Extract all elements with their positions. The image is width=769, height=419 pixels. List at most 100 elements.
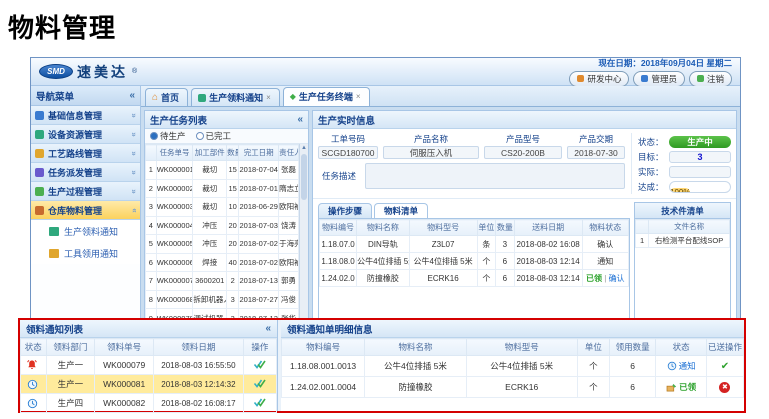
notify-row[interactable]: 生产一 WK000079 2018-08-03 16:55:50 bbox=[21, 356, 277, 375]
task-row[interactable]: 2 WK000002 裁切 15 2018-07-01 隋志立 bbox=[146, 179, 299, 198]
sidebar-item-equipment[interactable]: 设备资源管理» bbox=[31, 125, 140, 144]
cell-task-no: WK000002 bbox=[156, 179, 193, 198]
col-notice-no: 领料单号 bbox=[95, 339, 154, 356]
admin-label: 管理员 bbox=[651, 73, 677, 85]
cell-part: 3600201 bbox=[193, 272, 227, 291]
scroll-up-icon[interactable]: ▲ bbox=[300, 144, 308, 153]
detail-row[interactable]: 1.18.08.001.0013 公牛4位排插 5米 公牛4位排插 5米 个 6… bbox=[282, 356, 744, 377]
order-no-field[interactable]: SCGD180700 bbox=[318, 146, 378, 159]
forward-check-icon[interactable] bbox=[253, 397, 266, 408]
col-mat-name: 物料名称 bbox=[365, 339, 467, 356]
forward-check-icon[interactable] bbox=[253, 378, 266, 389]
task-list-title: 生产任务列表 bbox=[150, 113, 207, 127]
sidebar-subitem-material-notice[interactable]: 生产领料通知 bbox=[31, 220, 140, 242]
radio-label: 已完工 bbox=[206, 131, 232, 141]
admin-button[interactable]: 管理员 bbox=[633, 71, 685, 87]
rd-center-button[interactable]: 研发中心 bbox=[569, 71, 629, 87]
cell-task-no: WK000004 bbox=[156, 216, 193, 235]
product-name-field[interactable]: 伺服压入机 bbox=[383, 146, 479, 159]
tech-doc-row[interactable]: 1右检测平台配线SOP bbox=[636, 234, 730, 248]
task-row[interactable]: 3 WK000003 裁切 10 2018-06-29 欧阳袖珍 bbox=[146, 198, 299, 217]
bom-row[interactable]: 1.18.08.0公牛4位排插 5米公牛4位排插 5米个62018-08-03 … bbox=[320, 253, 629, 270]
notify-detail-title: 领料通知单明细信息 bbox=[287, 322, 373, 336]
tech-docs-table: 文件名称 1右检测平台配线SOP bbox=[635, 219, 730, 248]
tab-steps[interactable]: 操作步骤 bbox=[318, 203, 372, 218]
sidebar-item-label: 仓库物料管理 bbox=[48, 204, 102, 217]
notify-list-title: 领料通知列表 bbox=[26, 322, 83, 336]
radio-pending[interactable]: 待生产 bbox=[150, 130, 186, 142]
tab-home[interactable]: ⌂首页 bbox=[145, 88, 188, 106]
sidebar-item-label: 设备资源管理 bbox=[48, 128, 102, 141]
tab-task-terminal[interactable]: ◆生产任务终端× bbox=[283, 87, 370, 106]
tab-label: 首页 bbox=[161, 91, 179, 104]
due-date-field[interactable]: 2018-07-30 bbox=[567, 146, 625, 159]
status-received-link[interactable]: 已领 bbox=[586, 274, 602, 283]
forward-check-icon[interactable] bbox=[253, 359, 266, 370]
bom-table: 物料编号 物料名称 物料型号 单位 数量 送料日期 物料状态 bbox=[319, 219, 629, 287]
notify-row[interactable]: 生产一 WK000081 2018-08-03 12:14:32 bbox=[21, 375, 277, 394]
status-received-link[interactable]: 已领 bbox=[679, 382, 696, 392]
detail-row[interactable]: 1.24.02.001.0004 防撞橡胶 ECRK16 个 6 已领 ✖ bbox=[282, 377, 744, 398]
close-icon[interactable]: × bbox=[266, 93, 271, 102]
product-model-field[interactable]: CS20-200B bbox=[484, 146, 562, 159]
task-row[interactable]: 8 WK000068 拆卸机器人 3 2018-07-27 冯俊 bbox=[146, 290, 299, 309]
sidebar-collapse-icon[interactable]: « bbox=[129, 90, 135, 101]
cell-part: 焊接 bbox=[193, 253, 227, 272]
sidebar-item-production[interactable]: 生产过程管理» bbox=[31, 182, 140, 201]
cell-owner: 欧阳袖珍 bbox=[279, 253, 299, 272]
col-sent-op: 已送操作 bbox=[706, 339, 743, 356]
sidebar-item-label: 任务派发管理 bbox=[48, 166, 102, 179]
cell-part: 裁切 bbox=[193, 179, 227, 198]
bom-row[interactable]: 1.18.07.0DIN导轨Z3L07条32018-08-02 16:08确认 bbox=[320, 236, 629, 253]
status-notify-link[interactable]: 通知 bbox=[582, 253, 628, 270]
received-box-icon bbox=[666, 383, 677, 392]
sidebar-subitem-tool-notice[interactable]: 工具领用通知 bbox=[31, 242, 140, 264]
notify-collapse-icon[interactable]: « bbox=[265, 323, 271, 334]
task-list-collapse-icon[interactable]: « bbox=[297, 114, 303, 125]
cancel-icon[interactable]: ✖ bbox=[719, 382, 730, 393]
logout-button[interactable]: 注销 bbox=[689, 71, 732, 87]
scroll-thumb[interactable] bbox=[301, 154, 307, 200]
module-icon bbox=[35, 130, 44, 139]
sidebar-item-basic-info[interactable]: 基础信息管理» bbox=[31, 106, 140, 125]
status-confirm-link[interactable]: 确认 bbox=[609, 274, 625, 283]
col-mat-model: 物料型号 bbox=[409, 220, 477, 236]
task-row[interactable]: 7 WK000007 3600201 2 2018-07-13 郭勇 bbox=[146, 272, 299, 291]
col-mat-code: 物料编号 bbox=[282, 339, 365, 356]
notify-detail-panel: 领料通知单明细信息 物料编号 物料名称 物料型号 单位 领用数量 状态 已送操作… bbox=[281, 320, 744, 411]
tab-material-notice[interactable]: 生产领料通知× bbox=[191, 88, 280, 106]
tab-bom[interactable]: 物料清单 bbox=[374, 203, 428, 218]
file-name: 右检测平台配线SOP bbox=[649, 234, 730, 248]
close-icon[interactable]: × bbox=[356, 92, 361, 101]
tool-notice-icon bbox=[49, 249, 59, 258]
sidebar-item-task-dispatch[interactable]: 任务派发管理» bbox=[31, 163, 140, 182]
clock-icon bbox=[27, 379, 38, 390]
task-desc-field[interactable] bbox=[365, 163, 625, 189]
sidebar-item-process-route[interactable]: 工艺路线管理» bbox=[31, 144, 140, 163]
status-confirm[interactable]: 确认 bbox=[582, 236, 628, 253]
status-notify-link[interactable]: 通知 bbox=[679, 361, 696, 371]
col-file-name: 文件名称 bbox=[649, 220, 730, 234]
chevron-down-icon: » bbox=[129, 151, 138, 155]
cell-index: 3 bbox=[146, 198, 157, 217]
product-name-label: 产品名称 bbox=[414, 133, 448, 145]
sidebar-header: 导航菜单 « bbox=[31, 86, 140, 106]
logout-label: 注销 bbox=[707, 73, 724, 85]
radio-done[interactable]: 已完工 bbox=[196, 130, 232, 142]
app-logo: SMD 速美达 ® bbox=[39, 62, 137, 82]
bom-row[interactable]: 1.24.02.0防撞橡胶ECRK16个62018-08-03 12:14 已领… bbox=[320, 270, 629, 287]
task-row[interactable]: 5 WK000005 冲压 20 2018-07-02 于海亮 bbox=[146, 235, 299, 254]
cell-qty: 3 bbox=[227, 290, 239, 309]
sent-check-icon[interactable]: ✔ bbox=[721, 361, 729, 372]
notify-row[interactable]: 生产四 WK000082 2018-08-02 16:08:17 bbox=[21, 394, 277, 413]
notify-table: 状态 领料部门 领料单号 领料日期 操作 生产一 WK000079 2018-0… bbox=[20, 338, 277, 413]
sidebar-item-warehouse[interactable]: 仓库物料管理 » bbox=[31, 201, 140, 220]
chevron-down-icon: » bbox=[129, 113, 138, 117]
cell-owner: 隋志立 bbox=[279, 179, 299, 198]
task-row[interactable]: 1 WK000001 裁切 15 2018-07-04 张磊 bbox=[146, 161, 299, 180]
chevron-up-icon: » bbox=[129, 208, 138, 212]
cell-qty: 20 bbox=[227, 216, 239, 235]
task-row[interactable]: 6 WK000006 焊接 40 2018-07-02 欧阳袖珍 bbox=[146, 253, 299, 272]
module-icon bbox=[35, 149, 44, 158]
task-row[interactable]: 4 WK000004 冲压 20 2018-07-03 饶涛 bbox=[146, 216, 299, 235]
